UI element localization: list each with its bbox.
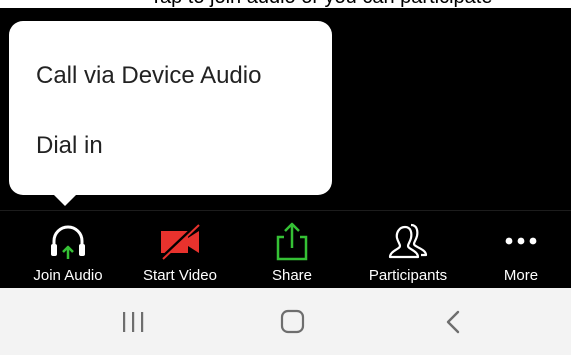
top-banner-text: Tap to join audio or you can participate [150, 0, 492, 8]
top-banner: Tap to join audio or you can participate [0, 0, 571, 8]
join-audio-label: Join Audio [33, 267, 103, 284]
start-video-button[interactable]: Start Video [130, 211, 230, 289]
popup-pointer [53, 194, 77, 206]
join-audio-button[interactable]: Join Audio [18, 211, 118, 289]
more-button[interactable]: More [480, 211, 562, 289]
start-video-label: Start Video [143, 267, 217, 284]
dial-in-option[interactable]: Dial in [36, 132, 103, 160]
home-icon[interactable] [272, 308, 312, 336]
video-camera-off-icon [159, 223, 200, 261]
share-label: Share [271, 267, 313, 284]
audio-options-popup: Call via Device Audio Dial in [9, 21, 332, 206]
android-navigation-bar [0, 288, 571, 355]
share-button[interactable]: Share [246, 211, 338, 289]
more-label: More [503, 267, 539, 284]
participants-label: Participants [368, 267, 448, 284]
more-dots-icon [505, 237, 537, 245]
recents-icon[interactable] [113, 308, 153, 336]
participants-button[interactable]: Participants [352, 211, 464, 289]
participants-icon [388, 223, 428, 259]
headphones-arrow-icon [51, 225, 85, 259]
call-via-device-audio-option[interactable]: Call via Device Audio [36, 62, 261, 90]
back-icon[interactable] [434, 308, 474, 336]
meeting-toolbar: Join Audio Start Video Share Participant… [0, 210, 571, 288]
share-upload-icon [276, 222, 308, 261]
